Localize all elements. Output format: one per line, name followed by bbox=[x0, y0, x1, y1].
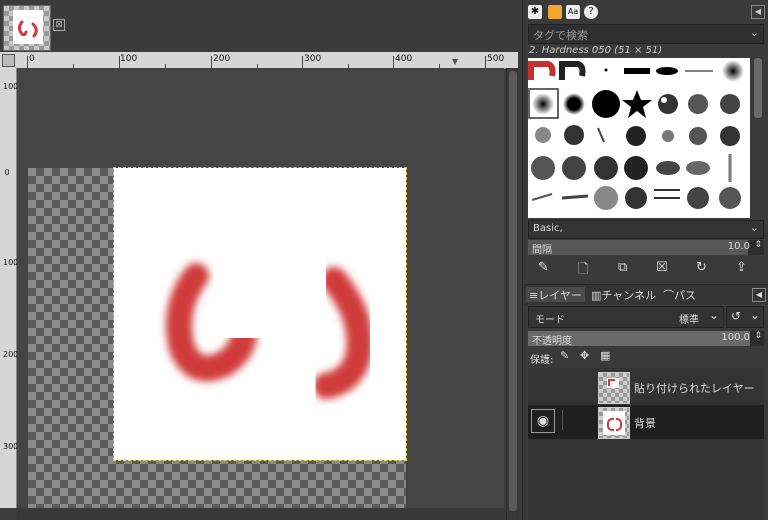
spinner-icon[interactable]: ⇕ bbox=[754, 331, 762, 341]
chevron-down-icon[interactable]: ⌄ bbox=[709, 308, 719, 322]
tag-search-input[interactable]: タグで検索 ⌄ bbox=[528, 24, 764, 44]
vertical-scrollbar[interactable] bbox=[506, 68, 519, 520]
close-tab-icon[interactable]: ⊠ bbox=[53, 19, 65, 31]
spacing-value: 10.0 bbox=[727, 241, 750, 252]
open-as-image-icon[interactable]: ⇪ bbox=[736, 260, 747, 275]
ruler-label: 500 bbox=[487, 54, 505, 64]
scrollbar-thumb[interactable] bbox=[754, 58, 762, 118]
brush-action-bar: ✎ 🗋 ⧉ ☒ ↻ ⇪ bbox=[528, 258, 764, 278]
brush-thumbnails bbox=[528, 60, 744, 210]
delete-brush-icon[interactable]: ☒ bbox=[656, 260, 668, 275]
red-brush-strokes bbox=[166, 250, 373, 399]
ruler-label: 100 bbox=[3, 82, 19, 91]
chevron-down-icon: ⌄ bbox=[749, 308, 760, 322]
ruler-label: 100 bbox=[3, 258, 19, 267]
lock-pixels-icon[interactable]: ✎ bbox=[560, 349, 569, 362]
lock-position-icon[interactable]: ✥ bbox=[580, 349, 589, 362]
help-icon[interactable]: ? bbox=[584, 5, 598, 19]
thumbnail-strokes-icon bbox=[18, 20, 38, 38]
ruler-label: 200 bbox=[3, 350, 19, 359]
image-thumbnail[interactable] bbox=[3, 5, 51, 51]
composite-mode-button[interactable]: ↺ ⌄ bbox=[726, 306, 764, 328]
brush-grid-scrollbar[interactable] bbox=[752, 58, 764, 218]
ruler-label: 0 bbox=[4, 168, 10, 177]
layer-name: 背景 bbox=[634, 417, 656, 430]
new-brush-icon[interactable]: 🗋 bbox=[578, 260, 588, 282]
brush-tab-icon[interactable]: ✱ bbox=[528, 5, 542, 19]
refresh-brushes-icon[interactable]: ↻ bbox=[696, 260, 707, 275]
ruler-pointer-icon: ▼ bbox=[452, 57, 459, 66]
duplicate-brush-icon[interactable]: ⧉ bbox=[618, 260, 627, 275]
layers-dock-tabs: ≡レイヤー ▥チャンネル ⌒パス ◀ bbox=[524, 284, 768, 305]
vertical-ruler: 100 0 100 200 300 bbox=[0, 68, 19, 508]
layer-name: 貼り付けられたレイヤー bbox=[634, 382, 755, 395]
ruler-label: 0 bbox=[29, 54, 35, 64]
mode-label: モード bbox=[535, 315, 565, 326]
layer-mode-row: モード 標準 ⌄ ↺ ⌄ bbox=[528, 306, 764, 328]
spinner-icon[interactable]: ⇕ bbox=[754, 240, 762, 250]
opacity-label: 不透明度 bbox=[532, 336, 572, 347]
lock-label: 保護: bbox=[530, 355, 554, 366]
search-placeholder: タグで検索 bbox=[533, 29, 588, 42]
chevron-down-icon[interactable]: ⌄ bbox=[750, 221, 759, 234]
reset-icon: ↺ bbox=[731, 309, 742, 323]
horizontal-scrollbar[interactable] bbox=[17, 508, 506, 520]
chevron-down-icon[interactable]: ⌄ bbox=[750, 26, 759, 39]
spacing-slider[interactable]: 間隔 10.0 ⇕ bbox=[528, 240, 764, 256]
layer-list[interactable]: 貼り付けられたレイヤー ◉ 背景 bbox=[528, 368, 764, 520]
selected-brush-name: 2. Hardness 050 (51 × 51) bbox=[529, 45, 663, 56]
ruler-label: 100 bbox=[120, 54, 138, 64]
font-tab-icon[interactable]: Aa bbox=[566, 5, 580, 19]
horizontal-ruler: 0 100 200 300 400 500 ▼ bbox=[0, 52, 518, 69]
lock-row: 保護: ✎ ✥ ▦ bbox=[528, 349, 764, 366]
ruler-label: 400 bbox=[395, 54, 413, 64]
tag-value: Basic, bbox=[533, 223, 563, 234]
tab-paths[interactable]: ⌒パス bbox=[660, 287, 699, 302]
ruler-label: 300 bbox=[304, 54, 322, 64]
brush-grid[interactable] bbox=[528, 58, 750, 218]
ruler-label: 300 bbox=[3, 442, 19, 451]
layer-thumbnail bbox=[598, 372, 630, 404]
layer-row[interactable]: 貼り付けられたレイヤー bbox=[528, 370, 764, 404]
spacing-label: 間隔 bbox=[532, 245, 552, 256]
opacity-value: 100.0 bbox=[721, 332, 750, 343]
image-layer[interactable] bbox=[113, 167, 407, 461]
layer-thumbnail bbox=[598, 407, 630, 439]
tab-channels[interactable]: ▥チャンネル bbox=[588, 287, 659, 302]
thumbnail-white bbox=[13, 10, 43, 44]
tag-select[interactable]: Basic, ⌄ bbox=[528, 220, 764, 239]
ruler-label: 200 bbox=[213, 54, 231, 64]
quickmask-corner-button[interactable] bbox=[2, 54, 15, 67]
dock-menu-icon[interactable]: ◀ bbox=[751, 5, 765, 19]
mode-select[interactable]: モード 標準 ⌄ bbox=[528, 306, 724, 328]
chain-toggle[interactable] bbox=[562, 410, 575, 430]
image-tab-strip: ⊠ bbox=[0, 0, 518, 52]
pattern-tab-icon[interactable] bbox=[548, 5, 562, 19]
scrollbar-thumb[interactable] bbox=[509, 71, 517, 511]
tab-layers[interactable]: ≡レイヤー bbox=[526, 287, 585, 302]
opacity-slider[interactable]: 不透明度 100.0 ⇕ bbox=[528, 331, 764, 347]
visibility-eye-icon[interactable]: ◉ bbox=[531, 409, 555, 433]
slider-fill bbox=[528, 240, 748, 255]
layer-row-selected[interactable]: ◉ 背景 bbox=[528, 405, 764, 439]
edit-brush-icon[interactable]: ✎ bbox=[538, 260, 549, 275]
dock-menu-icon[interactable]: ◀ bbox=[752, 288, 766, 302]
mode-value: 標準 bbox=[679, 315, 699, 326]
lock-alpha-icon[interactable]: ▦ bbox=[600, 349, 610, 362]
